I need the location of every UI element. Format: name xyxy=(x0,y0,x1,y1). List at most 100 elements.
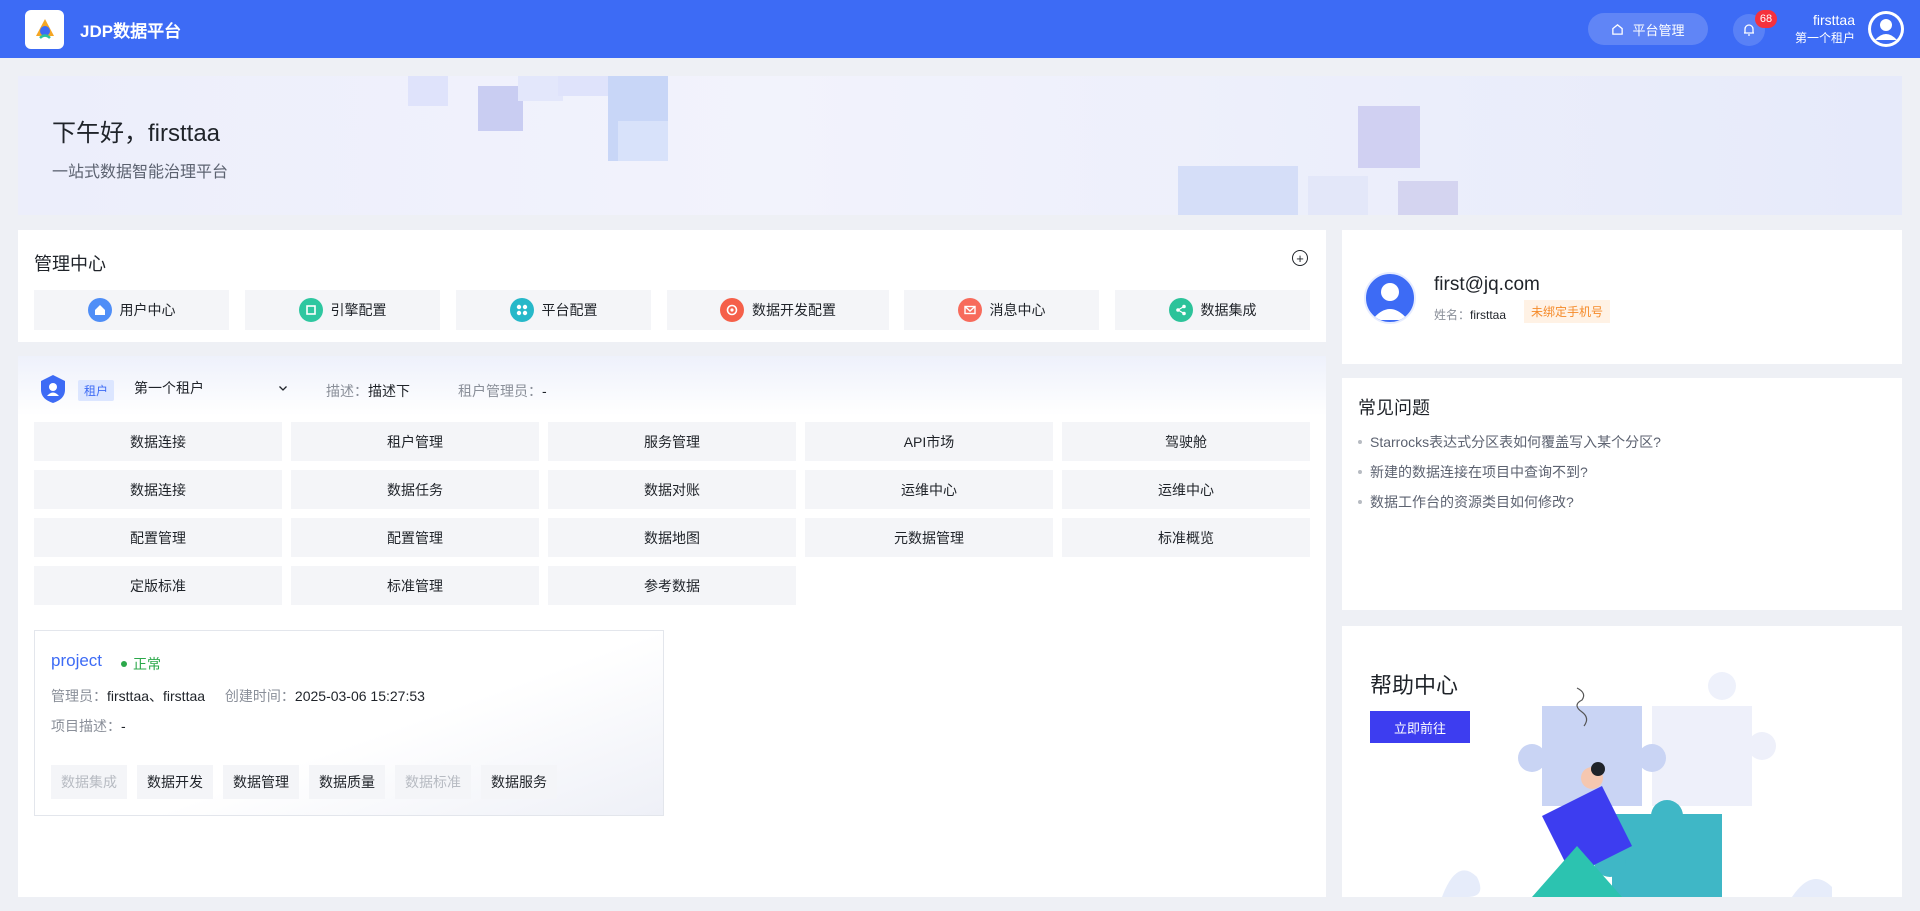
module-button[interactable]: 数据对账 xyxy=(548,470,796,509)
mgmt-engine-config-button[interactable]: 引擎配置 xyxy=(245,290,440,330)
project-meta: 管理员：firsttaa、firsttaa 创建时间：2025-03-06 15… xyxy=(51,686,425,706)
help-center-title: 帮助中心 xyxy=(1370,673,1459,698)
tenant-admin-value: - xyxy=(542,383,547,399)
management-center-title: 管理中心 xyxy=(34,254,106,274)
mgmt-item-label: 平台配置 xyxy=(541,302,598,318)
mgmt-dev-config-button[interactable]: 数据开发配置 xyxy=(667,290,889,330)
tenant-admin: 租户管理员：- xyxy=(458,381,547,401)
project-card: project 正常 管理员：firsttaa、firsttaa 创建时间：20… xyxy=(34,630,664,816)
project-description: 项目描述：- xyxy=(51,716,126,736)
share-icon xyxy=(1168,298,1193,322)
mgmt-user-center-button[interactable]: 用户中心 xyxy=(34,290,229,330)
module-button[interactable]: 标准管理 xyxy=(291,566,539,605)
banner-decoration xyxy=(408,76,668,161)
project-status: 正常 xyxy=(121,654,161,674)
module-button[interactable]: 驾驶舱 xyxy=(1062,422,1310,461)
module-button[interactable]: 数据任务 xyxy=(291,470,539,509)
module-button[interactable]: 运维中心 xyxy=(805,470,1053,509)
project-desc-label: 项目描述： xyxy=(51,718,121,734)
help-illustration xyxy=(1442,672,1832,897)
platform-management-label: 平台管理 xyxy=(1632,22,1685,38)
profile-email: first@jq.com xyxy=(1434,274,1540,295)
project-module-button[interactable]: 数据服务 xyxy=(481,765,557,799)
project-admin-label: 管理员： xyxy=(51,688,107,704)
module-button[interactable]: 配置管理 xyxy=(291,518,539,557)
module-button[interactable]: API市场 xyxy=(805,422,1053,461)
bullet-icon xyxy=(1358,470,1362,474)
app-title: JDP数据平台 xyxy=(80,21,182,41)
project-created-value: 2025-03-06 15:27:53 xyxy=(294,688,425,704)
tenant-desc-value: 描述下 xyxy=(368,383,410,399)
user-name: firsttaa xyxy=(1812,12,1855,28)
bullet-icon xyxy=(1358,500,1362,504)
module-button[interactable]: 元数据管理 xyxy=(805,518,1053,557)
project-created-label: 创建时间： xyxy=(224,688,295,704)
tenant-description: 描述：描述下 xyxy=(326,381,410,401)
faq-item-text: 数据工作台的资源类目如何修改? xyxy=(1370,494,1574,510)
module-button[interactable]: 运维中心 xyxy=(1062,470,1310,509)
engine-icon xyxy=(298,298,323,322)
mgmt-platform-config-button[interactable]: 平台配置 xyxy=(456,290,651,330)
user-icon xyxy=(87,298,112,322)
help-center-card: 帮助中心 立即前往 xyxy=(1342,626,1902,897)
banner-decoration-right xyxy=(1178,106,1458,215)
project-module-button[interactable]: 数据开发 xyxy=(137,765,213,799)
user-info[interactable]: firsttaa 第一个租户 xyxy=(1785,10,1855,46)
project-module-button[interactable]: 数据管理 xyxy=(223,765,299,799)
user-avatar-icon xyxy=(1372,283,1408,320)
tenant-shield-icon xyxy=(41,375,65,403)
mgmt-data-integration-button[interactable]: 数据集成 xyxy=(1115,290,1310,330)
mail-icon xyxy=(957,298,982,322)
module-button[interactable]: 定版标准 xyxy=(34,566,282,605)
faq-item[interactable]: 数据工作台的资源类目如何修改? xyxy=(1358,492,1574,512)
user-avatar[interactable] xyxy=(1868,11,1904,47)
tenant-section: 租户 第一个租户 描述：描述下 租户管理员：- 数据连接 租户管理 服务管理 A… xyxy=(18,356,1326,897)
go-now-button[interactable]: 立即前往 xyxy=(1370,711,1470,743)
mgmt-item-label: 引擎配置 xyxy=(330,302,387,318)
target-icon xyxy=(720,298,744,322)
faq-item[interactable]: Starrocks表达式分区表如何覆盖写入某个分区? xyxy=(1358,432,1661,452)
module-button[interactable]: 标准概览 xyxy=(1062,518,1310,557)
project-module-button: 数据标准 xyxy=(395,765,471,799)
bell-icon xyxy=(1744,24,1754,36)
profile-card: first@jq.com 姓名：firsttaa 未绑定手机号 xyxy=(1342,230,1902,364)
module-button[interactable]: 数据连接 xyxy=(34,470,282,509)
user-avatar-icon xyxy=(1871,14,1901,44)
tenant-admin-label: 租户管理员： xyxy=(458,383,542,399)
module-button[interactable]: 参考数据 xyxy=(548,566,796,605)
faq-item-text: Starrocks表达式分区表如何覆盖写入某个分区? xyxy=(1370,434,1661,450)
add-circle-icon[interactable]: + xyxy=(1292,250,1308,266)
module-button[interactable]: 数据地图 xyxy=(548,518,796,557)
management-center-card: 管理中心 + 用户中心 引擎配置 平台配置 数据开发配置 消息中心 数据集成 xyxy=(18,230,1326,342)
banner-subtitle: 一站式数据智能治理平台 xyxy=(52,164,229,181)
faq-item[interactable]: 新建的数据连接在项目中查询不到? xyxy=(1358,462,1588,482)
mgmt-item-label: 数据集成 xyxy=(1200,302,1257,318)
faq-title: 常见问题 xyxy=(1358,398,1430,418)
tenant-tag: 租户 xyxy=(78,380,115,401)
greeting-text: 下午好，firsttaa xyxy=(52,120,221,147)
phone-unbound-tag: 未绑定手机号 xyxy=(1524,300,1611,323)
module-button[interactable]: 数据连接 xyxy=(34,422,282,461)
project-name-link[interactable]: project xyxy=(51,651,102,671)
tenant-selector[interactable]: 第一个租户 xyxy=(134,378,289,398)
mgmt-message-center-button[interactable]: 消息中心 xyxy=(904,290,1099,330)
profile-avatar xyxy=(1364,272,1416,324)
current-tenant-name: 第一个租户 xyxy=(1794,31,1855,45)
tenant-desc-label: 描述： xyxy=(326,383,368,399)
profile-name-label: 姓名： xyxy=(1434,308,1471,322)
module-button[interactable]: 配置管理 xyxy=(34,518,282,557)
module-button[interactable]: 租户管理 xyxy=(291,422,539,461)
profile-name-value: firsttaa xyxy=(1470,308,1507,322)
project-module-button: 数据集成 xyxy=(51,765,127,799)
app-logo[interactable] xyxy=(25,9,64,49)
home-icon xyxy=(1612,23,1624,35)
mgmt-item-label: 消息中心 xyxy=(989,302,1046,318)
tenant-selector-value: 第一个租户 xyxy=(134,380,204,396)
project-module-button[interactable]: 数据质量 xyxy=(309,765,385,799)
mgmt-item-label: 用户中心 xyxy=(119,302,176,318)
platform-management-button[interactable]: 平台管理 xyxy=(1588,13,1708,45)
faq-card: 常见问题 Starrocks表达式分区表如何覆盖写入某个分区? 新建的数据连接在… xyxy=(1342,378,1902,610)
chevron-down-icon xyxy=(279,386,287,391)
profile-name: 姓名：firsttaa xyxy=(1434,306,1506,323)
module-button[interactable]: 服务管理 xyxy=(548,422,796,461)
